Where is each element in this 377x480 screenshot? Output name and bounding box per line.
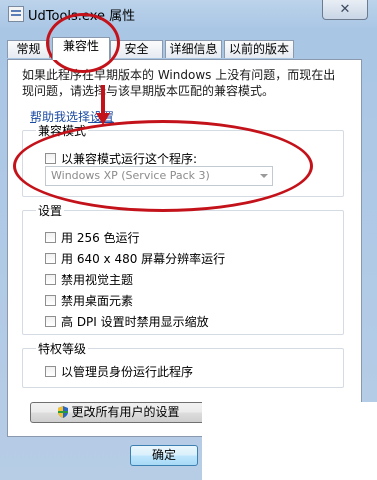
setting-640x480-label: 用 640 x 480 屏幕分辨率运行 [61,252,226,266]
setting-disable-desktop-row[interactable]: 禁用桌面元素 [45,292,133,309]
change-all-users-label: 更改所有用户的设置 [71,405,180,419]
blank-region [202,402,377,480]
setting-256-colors-row[interactable]: 用 256 色运行 [45,229,140,246]
intro-text: 如果此程序在早期版本的 Windows 上没有问题，而现在出现问题，请选择与该早… [22,68,336,98]
change-all-users-button[interactable]: 更改所有用户的设置 [30,402,208,423]
close-icon: ✕ [339,2,351,17]
setting-disable-desktop-label: 禁用桌面元素 [61,294,134,308]
setting-256-colors-checkbox[interactable] [45,232,56,243]
compat-mode-label: 以兼容模式运行这个程序: [61,152,198,166]
ok-button[interactable]: 确定 [130,445,198,466]
tab-general[interactable]: 常规 [7,40,50,58]
run-as-admin-label: 以管理员身份运行此程序 [61,365,194,379]
tab-compatibility[interactable]: 兼容性 [52,37,110,60]
arrow-down-icon [96,113,110,125]
run-as-admin-row[interactable]: 以管理员身份运行此程序 [45,363,193,380]
setting-disable-themes-row[interactable]: 禁用视觉主题 [45,271,133,288]
os-version-select[interactable]: Windows XP (Service Pack 3) [45,166,273,186]
setting-640x480-checkbox[interactable] [45,253,56,264]
window-title: UdTools.exe 属性 [28,9,136,24]
chevron-down-icon [260,174,268,178]
run-as-admin-checkbox[interactable] [45,366,56,377]
setting-high-dpi-label: 高 DPI 设置时禁用显示缩放 [61,315,209,329]
tab-details[interactable]: 详细信息 [165,40,222,58]
os-version-value: Windows XP (Service Pack 3) [51,169,210,182]
setting-high-dpi-row[interactable]: 高 DPI 设置时禁用显示缩放 [45,313,209,330]
properties-window: UdTools.exe 属性 ✕ 常规 兼容性 安全 详细信息 以前的版本 如果… [0,0,377,480]
settings-title: 设置 [36,202,65,219]
app-icon [8,6,24,22]
setting-disable-desktop-checkbox[interactable] [45,295,56,306]
compat-mode-row[interactable]: 以兼容模式运行这个程序: [45,150,197,167]
setting-disable-themes-checkbox[interactable] [45,274,56,285]
title-bar: UdTools.exe 属性 ✕ [0,0,377,28]
tab-security[interactable]: 安全 [110,40,163,58]
setting-640x480-row[interactable]: 用 640 x 480 屏幕分辨率运行 [45,250,225,267]
close-button[interactable]: ✕ [322,0,368,20]
tab-previous-versions[interactable]: 以前的版本 [224,40,294,58]
privilege-title: 特权等级 [36,340,89,357]
setting-high-dpi-checkbox[interactable] [45,316,56,327]
compat-mode-checkbox[interactable] [45,153,56,164]
compat-mode-title: 兼容模式 [36,122,89,139]
annotation-arrow-line [101,85,105,115]
uac-shield-icon [58,406,69,418]
setting-256-colors-label: 用 256 色运行 [61,231,140,245]
setting-disable-themes-label: 禁用视觉主题 [61,273,134,287]
